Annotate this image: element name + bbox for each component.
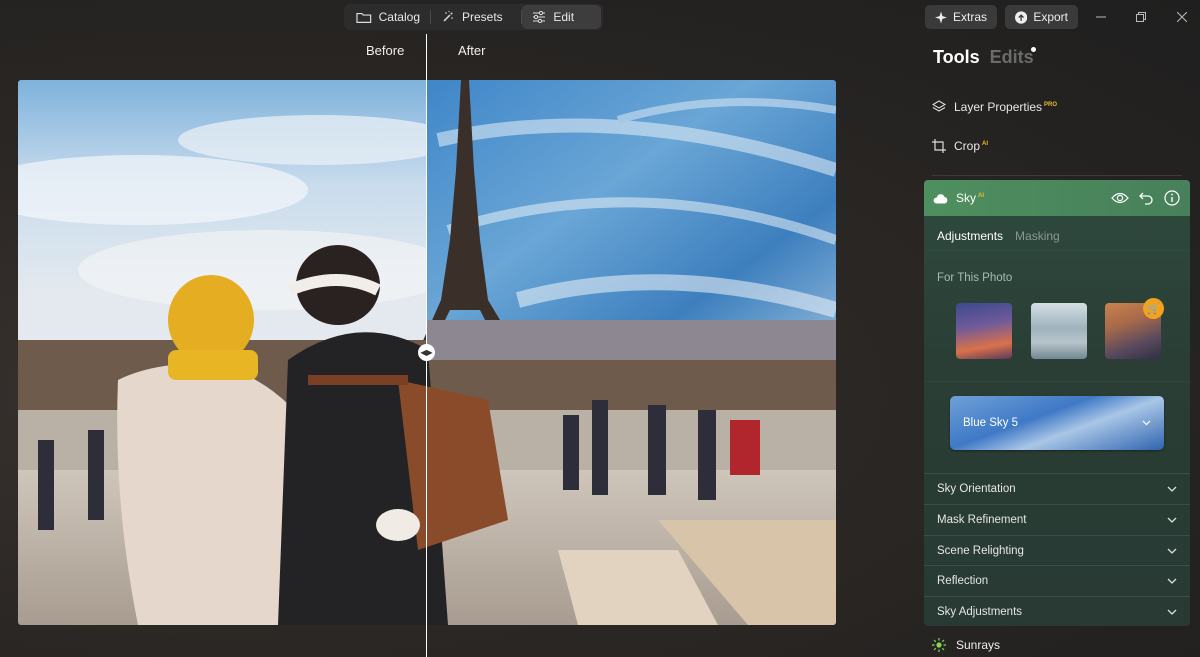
tab-tools[interactable]: Tools — [933, 47, 980, 68]
minimize-icon[interactable] — [1092, 8, 1110, 26]
export-button[interactable]: Export — [1005, 5, 1078, 29]
cart-icon: 🛒 — [1143, 298, 1164, 319]
ai-badge: AI — [982, 141, 989, 147]
chevron-down-icon — [1167, 486, 1177, 492]
export-label: Export — [1033, 10, 1068, 24]
tab-edit-label: Edit — [553, 10, 575, 24]
edits-indicator-dot — [1031, 47, 1036, 52]
tab-adjustments[interactable]: Adjustments — [937, 229, 1003, 243]
chevron-down-icon — [1167, 609, 1177, 615]
accordion-mask-refinement[interactable]: Mask Refinement — [924, 504, 1190, 534]
sky-preset-value: Blue Sky 5 — [963, 417, 1018, 429]
crop-icon — [932, 139, 946, 153]
tool-crop[interactable]: Crop AI — [932, 139, 988, 153]
accordion-label: Mask Refinement — [937, 513, 1027, 526]
accordion-label: Scene Relighting — [937, 544, 1024, 557]
after-label: After — [458, 43, 486, 58]
tab-edit[interactable]: Edit — [522, 5, 602, 29]
chevron-down-icon — [1142, 420, 1151, 426]
tab-masking[interactable]: Masking — [1015, 229, 1060, 243]
chevron-down-icon — [1167, 578, 1177, 584]
chevron-down-icon — [1167, 548, 1177, 554]
upload-icon — [1015, 10, 1028, 24]
sky-ai-badge: AI — [978, 193, 985, 199]
accordion-sky-orientation[interactable]: Sky Orientation — [924, 473, 1190, 503]
tab-presets-label: Presets — [461, 10, 503, 24]
accordion-label: Sky Adjustments — [937, 605, 1023, 618]
panel-header: Tools Edits — [933, 47, 1034, 68]
for-this-photo-heading: For This Photo — [937, 272, 1013, 284]
accordion-label: Reflection — [937, 574, 989, 587]
sky-thumbnail-sunset[interactable] — [956, 303, 1012, 359]
accordion-scene-relighting[interactable]: Scene Relighting — [924, 535, 1190, 565]
sky-tool-header[interactable]: Sky AI — [924, 180, 1190, 216]
section-divider — [924, 381, 1190, 382]
tool-layer-properties[interactable]: Layer Properties PRO — [932, 100, 1057, 114]
sky-thumbnail-overcast[interactable] — [1031, 303, 1087, 359]
split-handle-icon[interactable]: ◀▶ — [418, 344, 435, 361]
sparkle-icon — [935, 11, 947, 23]
magic-wand-icon — [443, 10, 453, 22]
accordion-sky-adjustments[interactable]: Sky Adjustments — [924, 596, 1190, 626]
pro-badge: PRO — [1044, 102, 1058, 108]
section-divider — [924, 250, 1190, 251]
sky-sub-tabs: Adjustments Masking — [924, 216, 1190, 243]
layers-icon — [932, 100, 946, 112]
undo-icon[interactable] — [1137, 189, 1155, 207]
cloud-icon — [933, 193, 948, 203]
tab-catalog-label: Catalog — [378, 10, 420, 24]
tool-sunrays[interactable]: Sunrays — [932, 638, 1000, 652]
extras-button[interactable]: Extras — [925, 5, 997, 29]
extras-label: Extras — [952, 10, 987, 24]
tab-presets[interactable]: Presets — [431, 5, 521, 29]
sky-tool-card: Sky AI Adjustments Masking For This Photo… — [924, 180, 1190, 626]
sky-preset-select[interactable]: Blue Sky 5 — [950, 396, 1164, 450]
eye-icon[interactable] — [1111, 189, 1129, 207]
close-icon[interactable] — [1173, 8, 1191, 26]
before-label: Before — [366, 43, 405, 58]
sliders-icon — [533, 11, 546, 23]
mode-tabs: Catalog Presets Edit — [344, 4, 603, 30]
accordion-label: Sky Orientation — [937, 482, 1016, 495]
sky-tool-label: Sky — [956, 191, 977, 205]
tab-edits[interactable]: Edits — [990, 47, 1034, 68]
restore-icon[interactable] — [1132, 8, 1150, 26]
sun-icon — [932, 638, 946, 652]
chevron-down-icon — [1167, 517, 1177, 523]
tool-crop-label: Crop — [954, 139, 981, 153]
tool-sunrays-label: Sunrays — [956, 638, 1001, 652]
accordion-reflection[interactable]: Reflection — [924, 565, 1190, 595]
folder-icon — [356, 12, 372, 23]
tool-layer-properties-label: Layer Properties — [954, 100, 1043, 114]
info-icon[interactable] — [1163, 189, 1181, 207]
tab-catalog[interactable]: Catalog — [346, 5, 430, 29]
panel-divider — [932, 175, 1182, 176]
